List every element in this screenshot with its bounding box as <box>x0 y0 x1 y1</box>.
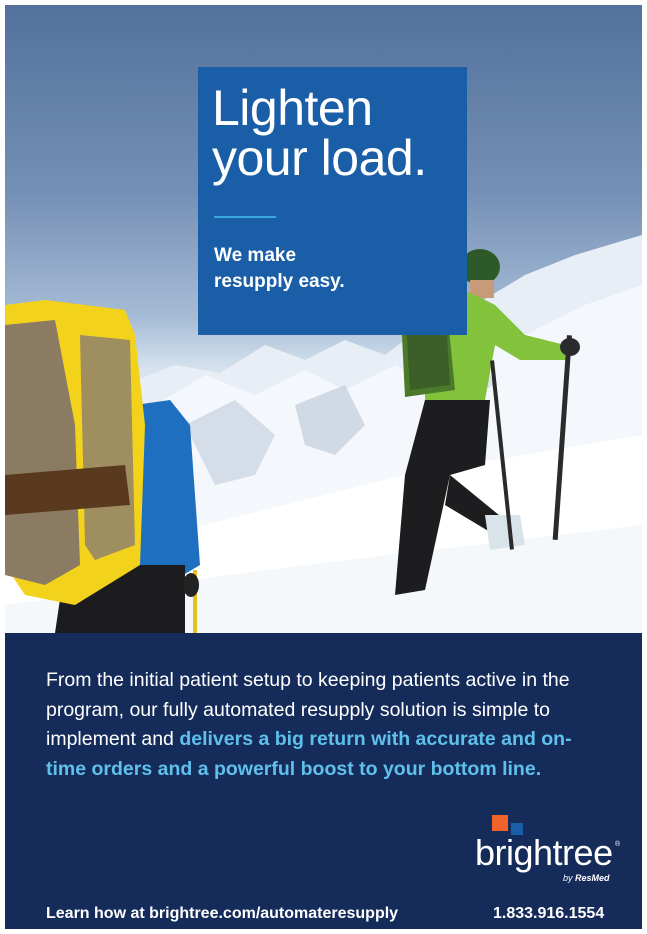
logo-wordmark: brightree <box>475 832 613 873</box>
logo-byline: by ResMed <box>563 873 610 883</box>
learn-more-link[interactable]: Learn how at brightree.com/automateresup… <box>46 905 398 923</box>
logo-orange-square <box>492 815 508 831</box>
headline-tagline: We make resupply easy. <box>214 245 345 292</box>
body-copy: From the initial patient setup to keepin… <box>46 666 611 784</box>
hero-photo-hikers: Lighten your load. We make resupply easy… <box>5 5 642 633</box>
phone-number[interactable]: 1.833.916.1554 <box>493 905 604 923</box>
advertisement: Lighten your load. We make resupply easy… <box>5 5 642 929</box>
logo-by: by <box>563 873 573 883</box>
info-panel: From the initial patient setup to keepin… <box>5 633 642 929</box>
logo-registered-mark: ® <box>615 841 621 848</box>
hiker-left <box>5 300 200 633</box>
headline-box: Lighten your load. We make resupply easy… <box>198 67 467 335</box>
headline-title: Lighten your load. <box>212 80 427 186</box>
logo-parent: ResMed <box>575 873 610 883</box>
headline-divider <box>214 216 276 218</box>
brightree-logo: brightree ® by ResMed <box>475 815 625 885</box>
